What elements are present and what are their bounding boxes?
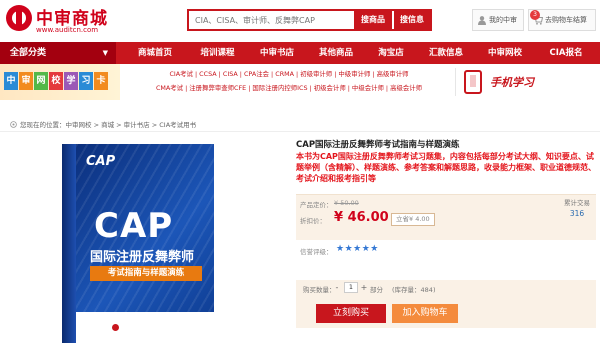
nav-item-courses[interactable]: 培训课程	[190, 42, 245, 64]
quantity-label: 购买数量：	[303, 286, 336, 294]
main-nav: 全部分类 ▼ 商城首页 培训课程 中审书店 其他商品 淘宝店 汇款信息 中审网校…	[0, 42, 600, 64]
chevron-down-icon: ▼	[102, 49, 108, 57]
cover-bottom-band	[76, 312, 214, 343]
study-card-tile: 习	[79, 72, 93, 90]
product-info: CAP国际注册反舞弊师考试指南与样题演练 本书为CAP国际注册反舞弊师考试习题集…	[296, 138, 600, 343]
logo-url: www.auditcn.com	[36, 26, 99, 34]
quantity-input[interactable]: 1	[344, 282, 358, 293]
breadcrumb-bar: 您现在的位置：中审网校 > 商城 > 审计书店 > CIA考试用书	[0, 118, 600, 132]
nav-item-remittance[interactable]: 汇款信息	[420, 42, 472, 64]
user-links: 我的中审 去购物车结算 3	[472, 9, 597, 31]
add-to-cart-button[interactable]: 加入购物车	[392, 304, 458, 323]
study-card-tile: 学	[64, 72, 78, 90]
sale-price: ¥ 46.00	[334, 210, 389, 225]
nav-item-online-school[interactable]: 中审网校	[480, 42, 530, 64]
sales-count-value: 316	[569, 209, 585, 218]
rating-label: 信誉评级：	[300, 248, 333, 256]
nav-item-cia-signup[interactable]: CIA报名	[538, 42, 594, 64]
search-goods-button[interactable]: 搜商品	[354, 11, 392, 29]
study-card-tile: 审	[19, 72, 33, 90]
cover-big-title: CAP	[94, 206, 174, 246]
my-account-link[interactable]: 我的中审	[472, 9, 524, 31]
cover-subtitle: 考试指南与样题演练	[90, 266, 202, 281]
rating-stars: ★★★★★	[336, 244, 379, 254]
book-spine	[62, 144, 76, 343]
nav-item-other-goods[interactable]: 其他商品	[310, 42, 362, 64]
nav-item-home[interactable]: 商城首页	[130, 42, 180, 64]
breadcrumb: 您现在的位置：中审网校 > 商城 > 审计书店 > CIA考试用书	[10, 119, 196, 129]
search-input[interactable]	[189, 11, 354, 29]
location-icon	[10, 121, 17, 128]
sales-count: 累计交易 316	[558, 197, 596, 218]
nav-item-taobao[interactable]: 淘宝店	[368, 42, 414, 64]
header: 中审商城 www.auditcn.com 搜商品 搜信息 我的中审 去购物车结算…	[0, 0, 600, 42]
savings-tag: 立省¥ 4.00	[391, 213, 435, 226]
buy-now-button[interactable]: 立刻购买	[316, 304, 386, 323]
cart-count-badge: 3	[530, 10, 540, 20]
cover-title: 国际注册反舞弊师	[90, 250, 195, 265]
exam-links: CIA考试 | CCSA | CISA | CPA注会 | CRMA | 初级审…	[126, 66, 452, 98]
publisher-logo-icon	[112, 324, 119, 331]
stock-count: (库存量：484)	[392, 286, 436, 294]
phone-icon	[464, 70, 482, 94]
study-card-tile: 网	[34, 72, 48, 90]
mobile-learning-label: 手机学习	[490, 76, 534, 89]
nav-item-bookstore[interactable]: 中审书店	[252, 42, 302, 64]
purchase-panel: 购买数量： - 1 + 部分 (库存量：484) 立刻购买 加入购物车	[296, 280, 596, 328]
logo-mark-icon	[6, 5, 32, 31]
cart-checkout-label: 去购物车结算	[545, 16, 587, 24]
quantity-decrease-button[interactable]: -	[332, 283, 342, 293]
mobile-learning-link[interactable]: 手机学习	[455, 68, 600, 96]
all-categories-button[interactable]: 全部分类 ▼	[0, 42, 116, 64]
product-title: CAP国际注册反舞弊师考试指南与样题演练	[296, 140, 460, 150]
breadcrumb-text[interactable]: 您现在的位置：中审网校 > 商城 > 审计书店 > CIA考试用书	[20, 121, 196, 129]
all-categories-label: 全部分类	[10, 48, 47, 58]
sales-count-label: 累计交易	[564, 199, 590, 207]
list-price: ¥ 50.00	[334, 199, 359, 207]
site-logo[interactable]: 中审商城 www.auditcn.com	[6, 4, 136, 38]
quantity-increase-button[interactable]: +	[359, 283, 369, 293]
study-card-tile: 中	[4, 72, 18, 90]
list-price-label: 产品定价：	[300, 201, 333, 209]
study-card-tile: 校	[49, 72, 63, 90]
book-cover: CAP CAP 国际注册反舞弊师 考试指南与样题演练	[76, 144, 214, 343]
user-icon	[478, 16, 486, 25]
study-card-banner[interactable]: 中 审 网 校 学 习 卡	[0, 64, 120, 100]
search-info-button[interactable]: 搜信息	[394, 11, 430, 29]
sale-price-label: 折扣价：	[300, 217, 326, 225]
product-image[interactable]: CAP CAP 国际注册反舞弊师 考试指南与样题演练	[62, 138, 214, 343]
search-bar: 搜商品 搜信息	[187, 9, 432, 31]
exam-links-row-1[interactable]: CIA考试 | CCSA | CISA | CPA注会 | CRMA | 初级审…	[126, 68, 452, 80]
quantity-unit: 部分	[370, 286, 383, 294]
my-account-label: 我的中审	[489, 16, 517, 24]
price-panel: 产品定价： ¥ 50.00 折扣价： ¥ 46.00 立省¥ 4.00 累计交易…	[296, 194, 596, 240]
study-card-tile: 卡	[94, 72, 108, 90]
exam-links-row-2[interactable]: CMA考试 | 注册舞弊审查师CFE | 国际注册内控师ICS | 初级会计师 …	[126, 82, 452, 94]
product-description: 本书为CAP国际注册反舞弊师考试习题集，内容包括每部分考试大纲、知识要点、试题举…	[296, 152, 596, 184]
sub-banner: 中 审 网 校 学 习 卡 CIA考试 | CCSA | CISA | CPA注…	[0, 64, 600, 100]
cover-logo: CAP	[86, 154, 116, 169]
